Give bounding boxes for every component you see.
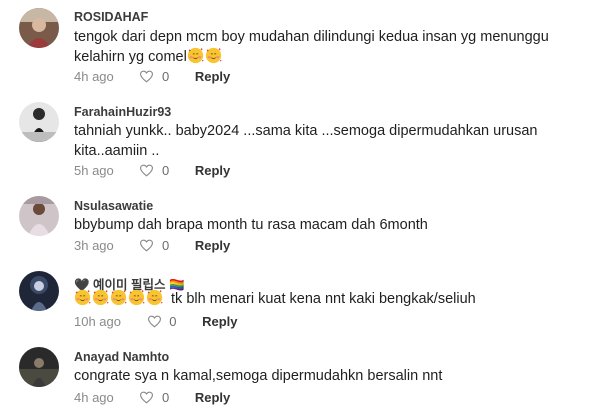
heart-icon[interactable] (139, 69, 154, 84)
like-count: 0 (162, 238, 170, 254)
comment-text: tengok dari depn mcm boy mudahan dilindu… (74, 27, 574, 67)
reply-button[interactable]: Reply (195, 69, 230, 84)
smiling-face-with-hearts-icon (128, 289, 145, 306)
comment-username[interactable]: Nsulasawatie (74, 199, 153, 213)
avatar[interactable] (19, 8, 59, 48)
comment-text: bbybump dah brapa month tu rasa macam da… (74, 215, 574, 235)
comment-username[interactable]: FarahainHuzir93 (74, 105, 171, 119)
comment-meta: 5h ago 0 Reply (74, 162, 230, 180)
comment-text-content: bbybump dah brapa month tu rasa macam da… (74, 217, 428, 233)
comment-time: 10h ago (74, 314, 121, 330)
heart-icon[interactable] (139, 163, 154, 178)
comment-text: tahniah yunkk.. baby2024 ...sama kita ..… (74, 121, 574, 161)
smiling-face-with-hearts-icon (187, 47, 204, 64)
comment-item: 🖤 예이미 필립스 🏳️‍🌈 tk blh menari kuat kena n… (0, 266, 590, 342)
reply-button[interactable]: Reply (195, 390, 230, 405)
heart-icon[interactable] (139, 390, 154, 405)
comment-item: ROSIDAHAF tengok dari depn mcm boy mudah… (0, 0, 590, 95)
like-count: 0 (169, 314, 177, 330)
heart-icon[interactable] (147, 314, 162, 329)
avatar[interactable] (19, 196, 59, 236)
comment-meta: 3h ago 0 Reply (74, 237, 230, 255)
avatar[interactable] (19, 102, 59, 142)
comment-text: congrate sya n kamal,semoga dipermudahkn… (74, 366, 574, 386)
comment-text-content: tengok dari depn mcm boy mudahan dilindu… (74, 29, 549, 65)
avatar[interactable] (19, 271, 59, 311)
reply-button[interactable]: Reply (202, 314, 237, 329)
comment-username[interactable]: ROSIDAHAF (74, 10, 148, 24)
smiling-face-with-hearts-icon (205, 47, 222, 64)
comment-username[interactable]: Anayad Namhto (74, 350, 169, 364)
comment-meta: 10h ago 0 Reply (74, 313, 238, 331)
comment-time: 5h ago (74, 163, 114, 179)
comment-meta: 4h ago 0 Reply (74, 68, 230, 86)
heart-icon[interactable] (139, 238, 154, 253)
reply-button[interactable]: Reply (195, 163, 230, 178)
comment-time: 4h ago (74, 390, 114, 406)
comment-text-content: congrate sya n kamal,semoga dipermudahkn… (74, 368, 443, 384)
like-count: 0 (162, 163, 170, 179)
smiling-face-with-hearts-icon (92, 289, 109, 306)
smiling-face-with-hearts-icon (74, 289, 91, 306)
comment-item: Anayad Namhto congrate sya n kamal,semog… (0, 342, 590, 413)
comment-meta: 4h ago 0 Reply (74, 389, 230, 407)
reply-button[interactable]: Reply (195, 238, 230, 253)
comment-time: 3h ago (74, 238, 114, 254)
comment-item: FarahainHuzir93 tahniah yunkk.. baby2024… (0, 95, 590, 190)
like-count: 0 (162, 390, 170, 406)
smiling-face-with-hearts-icon (146, 289, 163, 306)
comment-text-content: tahniah yunkk.. baby2024 ...sama kita ..… (74, 123, 538, 159)
avatar[interactable] (19, 347, 59, 387)
comment-text-content: tk blh menari kuat kena nnt kaki bengkak… (171, 291, 476, 307)
comment-item: Nsulasawatie bbybump dah brapa month tu … (0, 190, 590, 266)
comment-text: tk blh menari kuat kena nnt kaki bengkak… (74, 289, 574, 309)
comment-time: 4h ago (74, 69, 114, 85)
smiling-face-with-hearts-icon (110, 289, 127, 306)
like-count: 0 (162, 69, 170, 85)
